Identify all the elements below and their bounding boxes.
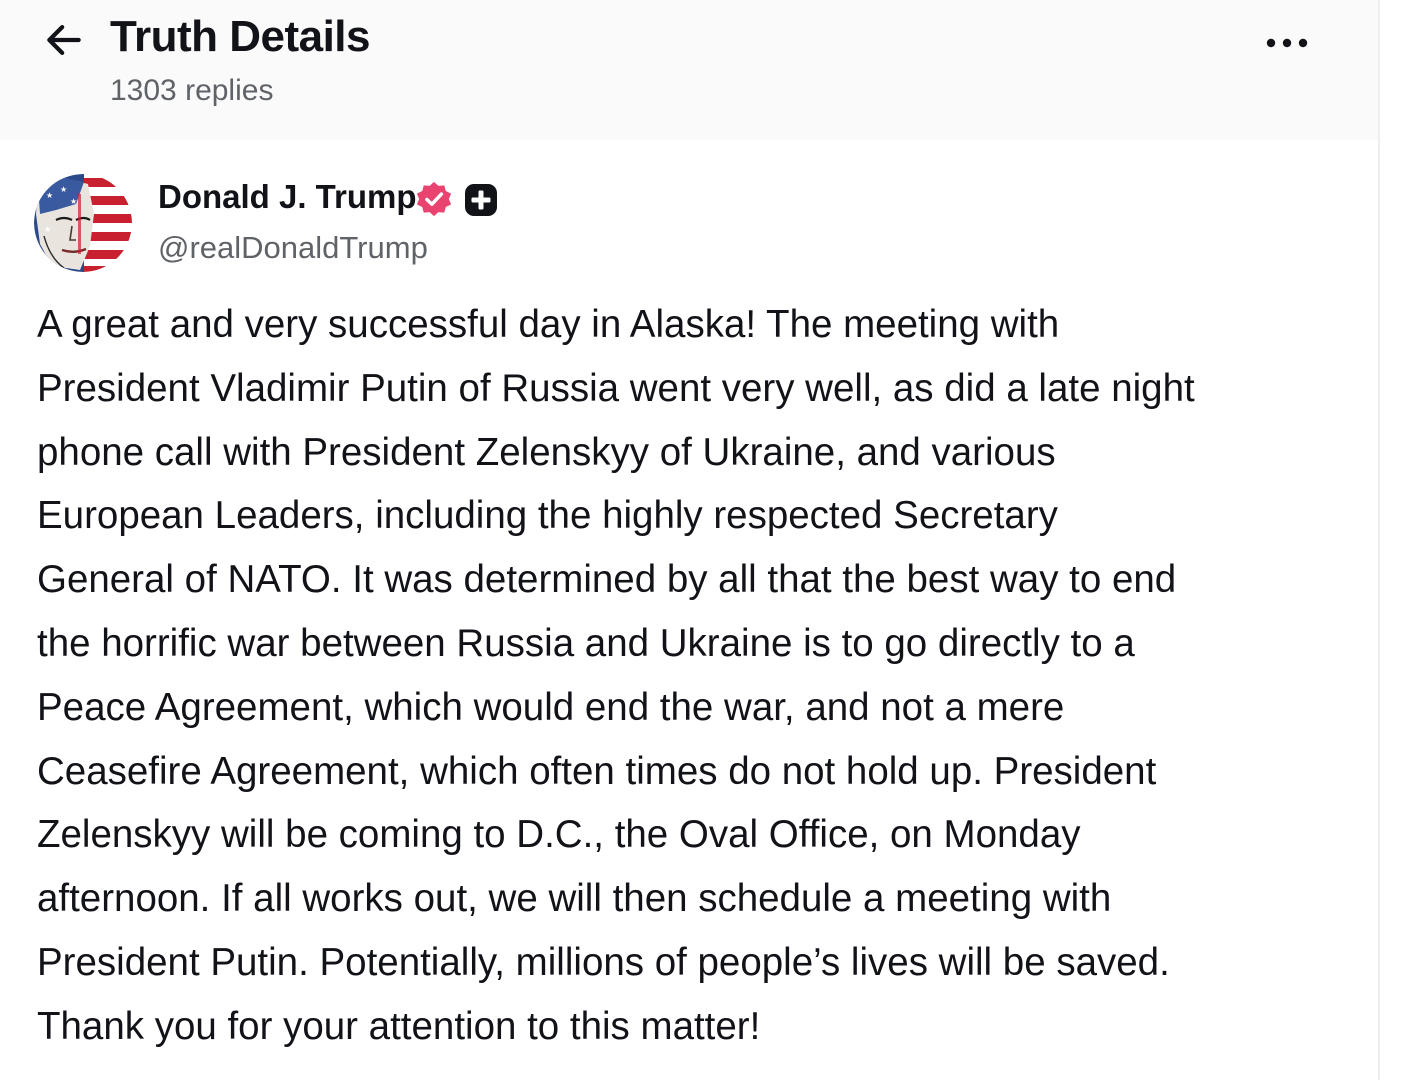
svg-text:★: ★ bbox=[70, 197, 77, 206]
truth-plus-badge-icon bbox=[465, 184, 497, 216]
post-text-line: Peace Agreement, which would end the war… bbox=[37, 685, 1065, 729]
post-text-line: afternoon. If all works out, we will the… bbox=[37, 877, 1112, 921]
post-text-line: phone call with President Zelenskyy of U… bbox=[37, 430, 1056, 474]
avatar[interactable]: ★ ★ ★ ★ bbox=[34, 174, 132, 272]
truth-details-page: Truth Details 1303 replies ★ ★ ★ ★ Donal… bbox=[0, 0, 1414, 1080]
reply-count: 1303 replies bbox=[110, 74, 274, 107]
post-text-line: General of NATO. It was determined by al… bbox=[37, 558, 1177, 602]
post-text-line: Ceasefire Agreement, which often times d… bbox=[37, 749, 1157, 793]
author-name[interactable]: Donald J. Trump bbox=[158, 178, 417, 216]
post-text-line: President Putin. Potentially, millions o… bbox=[37, 940, 1170, 984]
avatar-image: ★ ★ ★ ★ bbox=[34, 174, 132, 272]
post-text: A great and very successful day in Alask… bbox=[37, 293, 1367, 1059]
svg-text:★: ★ bbox=[46, 191, 53, 200]
more-options-button[interactable] bbox=[1258, 22, 1316, 64]
post-text-line: the horrific war between Russia and Ukra… bbox=[37, 621, 1135, 665]
column-divider bbox=[1378, 0, 1380, 1080]
back-button[interactable] bbox=[38, 16, 90, 64]
header-bar: Truth Details 1303 replies bbox=[0, 0, 1378, 140]
post-text-line: President Vladimir Putin of Russia went … bbox=[37, 366, 1195, 410]
svg-text:★: ★ bbox=[60, 185, 67, 194]
more-horizontal-icon bbox=[1266, 38, 1308, 48]
author-handle[interactable]: @realDonaldTrump bbox=[158, 230, 428, 266]
verified-badge-icon bbox=[416, 181, 452, 217]
arrow-left-icon bbox=[47, 25, 81, 55]
page-title: Truth Details bbox=[110, 12, 371, 61]
post-text-line: European Leaders, including the highly r… bbox=[37, 494, 1058, 538]
svg-text:★: ★ bbox=[44, 225, 51, 234]
post-text-line: A great and very successful day in Alask… bbox=[37, 303, 1060, 346]
post-text-line: Zelenskyy will be coming to D.C., the Ov… bbox=[37, 813, 1081, 857]
post-text-line: Thank you for your attention to this mat… bbox=[37, 1004, 761, 1048]
